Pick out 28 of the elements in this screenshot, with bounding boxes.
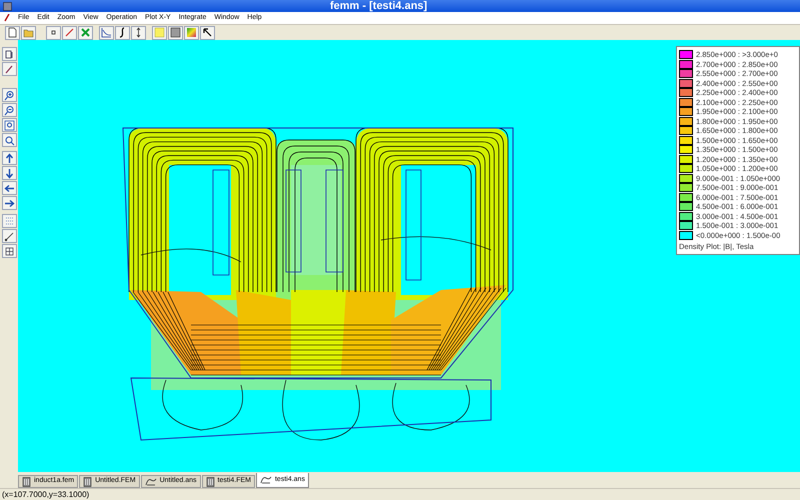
pencil-icon [4, 14, 10, 22]
node-icon[interactable] [46, 26, 61, 40]
open-folder-icon[interactable] [21, 26, 36, 40]
arrow-left-icon[interactable] [2, 181, 16, 195]
new-file-icon[interactable] [5, 26, 20, 40]
window-title: femm - [testi4.ans] [330, 0, 428, 12]
zoom-fit-icon[interactable] [2, 133, 16, 147]
integral-icon[interactable] [115, 26, 130, 40]
edit-icon[interactable] [2, 62, 16, 76]
pointer-icon[interactable] [200, 26, 215, 40]
grid-settings-icon[interactable] [2, 244, 16, 258]
vertical-arrows-icon[interactable] [131, 26, 146, 40]
app-icon [3, 2, 12, 10]
segment-icon[interactable] [62, 26, 77, 40]
zoom-window-icon[interactable] [2, 118, 16, 132]
group-icon[interactable] [78, 26, 93, 40]
zoom-out-icon[interactable] [2, 103, 16, 117]
document-icon [83, 476, 92, 486]
document-icon [22, 476, 31, 486]
dot-grid-icon[interactable] [2, 214, 16, 228]
snap-icon[interactable] [2, 229, 16, 243]
arrow-up-icon[interactable] [2, 151, 16, 165]
document-icon [206, 476, 215, 486]
arrow-down-icon[interactable] [2, 166, 16, 180]
status-bar: (x=107.7000,y=33.1000) [0, 488, 800, 500]
zoom-in-icon[interactable] [2, 88, 16, 102]
graph-icon[interactable] [99, 26, 114, 40]
arrow-right-icon[interactable] [2, 196, 16, 210]
